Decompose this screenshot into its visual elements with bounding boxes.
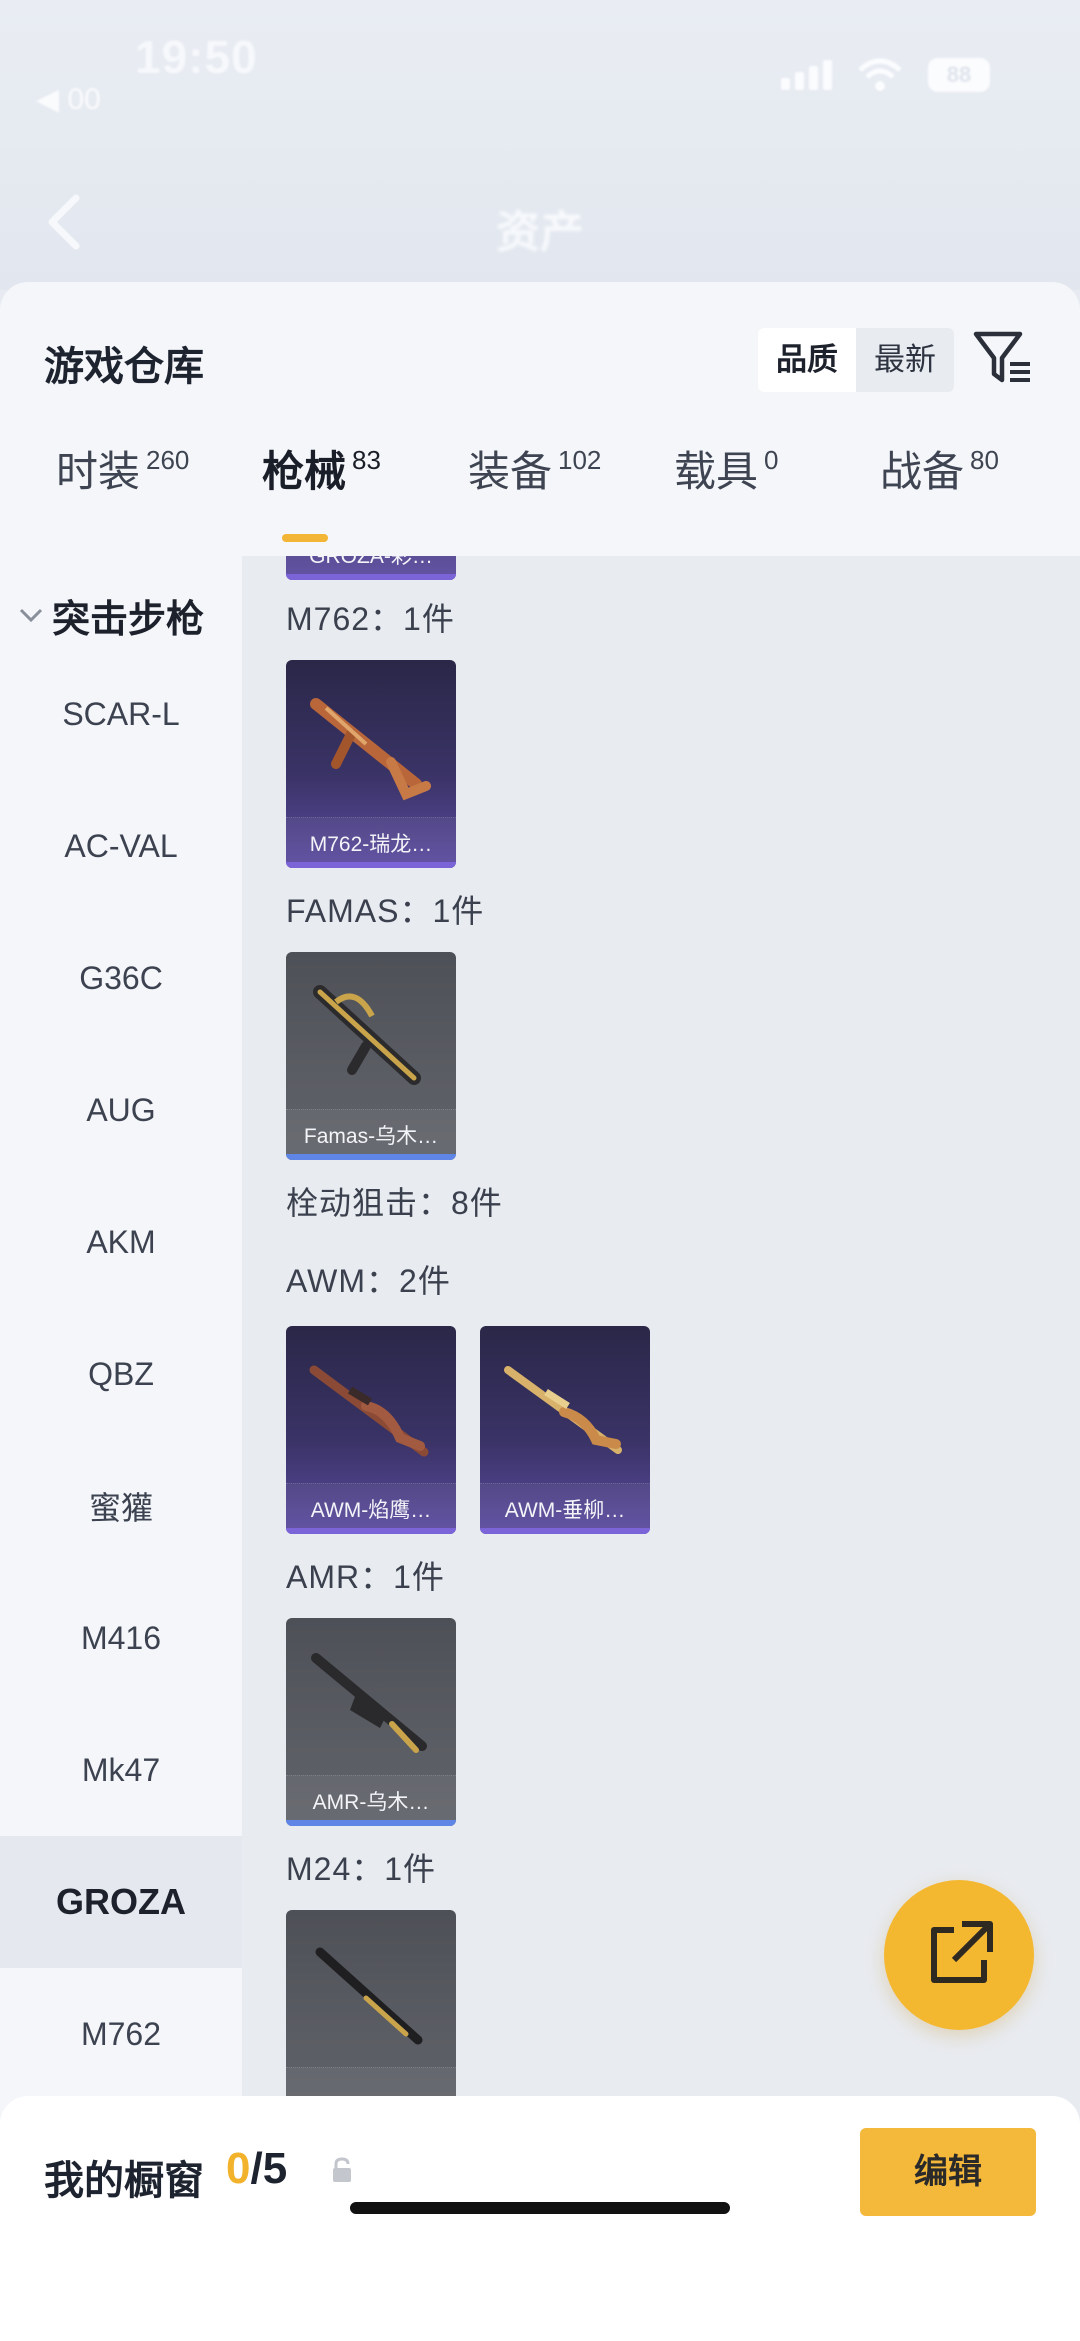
sidebar-item-ac-val[interactable]: AC-VAL [0,780,242,912]
filter-icon[interactable] [972,328,1032,388]
tab-count: 80 [970,445,999,475]
sidebar-item-m762[interactable]: M762 [0,1968,242,2100]
sidebar-item-mk47[interactable]: Mk47 [0,1704,242,1836]
group-label: AWM：2件 [286,1263,451,1299]
home-indicator [350,2202,730,2214]
sidebar-item-g36c[interactable]: G36C [0,912,242,1044]
sub-category-sidebar: 突击步枪 SCAR-L AC-VAL G36C AUG AKM QBZ 蜜獾 M… [0,556,242,2341]
tab-fashion[interactable]: 时装 260 [56,442,189,502]
sniper-rifle-icon [504,1366,622,1454]
showcase-count: 0/5 [226,2144,287,2194]
sheet-title: 游戏仓库 [44,345,204,389]
group-header-bolt-action: 栓动狙击：8件 [286,1185,503,1221]
share-icon [931,1921,993,1983]
sidebar-item-m416[interactable]: M416 [0,1572,242,1704]
tab-count: 83 [352,445,381,475]
category-label: 突击步枪 [52,599,205,641]
wifi-icon [858,58,902,91]
sidebar-item-groza[interactable]: GROZA [0,1836,242,1968]
tab-count: 0 [764,445,779,475]
sidebar-item-akm[interactable]: AKM [0,1176,242,1308]
sniper-rifle-icon [309,1365,429,1457]
group-label: FAMAS：1件 [286,893,485,929]
item-card[interactable]: Famas-乌木… [286,952,456,1160]
card-name: M762-瑞龙… [309,833,433,856]
showcase-current: 0 [226,2144,251,2193]
sidebar-item-honey-badger[interactable]: 蜜獾 [0,1440,242,1572]
card-name: Famas-乌木… [303,1125,439,1148]
signal-icon [781,60,832,90]
category-tabs: 时装 260 枪械 83 装备 102 载具 0 战备 80 [0,442,1080,542]
sidebar-item-qbz[interactable]: QBZ [0,1308,242,1440]
card-name: AWM-焰鹰… [310,1499,432,1522]
item-card[interactable]: M762-瑞龙… [286,660,456,868]
status-time: 19:50 [135,31,258,83]
sort-newest-button[interactable]: 最新 [856,328,954,392]
tab-count: 102 [558,445,602,475]
active-tab-indicator [282,534,328,542]
item-card[interactable] [286,1910,456,2118]
rarity-bar [480,1528,650,1534]
category-header[interactable]: 突击步枪 [18,588,204,643]
battery-icon: 88 [928,58,990,92]
item-list: GROZA-彩… M762：1件 M762-瑞龙… FAMAS：1件 Famas… [242,556,1080,2341]
tab-label: 载具 [674,448,759,495]
sniper-rifle-icon [311,1653,427,1753]
tab-vehicles[interactable]: 载具 0 [674,442,778,502]
sniper-rifle-icon [315,1947,423,2045]
tab-equipment[interactable]: 装备 102 [468,442,601,502]
tab-label: 时装 [56,448,141,495]
showcase-total: /5 [250,2144,288,2193]
tab-guns[interactable]: 枪械 83 [262,442,381,502]
sidebar-item-aug[interactable]: AUG [0,1044,242,1176]
rarity-bar [286,862,456,868]
lock-icon [333,2157,351,2182]
rarity-bar [286,1820,456,1826]
sort-toggle: 品质 最新 [758,328,954,392]
rarity-bar [286,1154,456,1160]
group-label: M24：1件 [286,1851,437,1887]
card-name: AWM-垂柳… [504,1499,626,1522]
showcase-title: 我的橱窗 [44,2159,204,2203]
share-fab-button[interactable] [884,1880,1034,2030]
chevron-down-icon [19,608,43,622]
warehouse-sheet: 游戏仓库 品质 最新 时装 260 枪械 83 装备 102 载具 0 战备 8… [0,282,1080,2341]
edit-button[interactable]: 编辑 [860,2128,1036,2216]
top-header: 19:50 ◀ 00 88 资产 [0,0,1080,290]
tab-label: 装备 [468,448,553,495]
tab-label: 枪械 [262,448,347,495]
sort-quality-button[interactable]: 品质 [758,328,856,392]
page-title: 资产 [496,208,584,257]
showcase-bar: 我的橱窗 0/5 编辑 [0,2096,1080,2341]
sidebar-item-scar-l[interactable]: SCAR-L [0,648,242,780]
status-icons: 88 [781,58,990,92]
status-sub: ◀ 00 [36,83,101,116]
rarity-bar [286,1528,456,1534]
card-name: GROZA-彩… [309,556,433,568]
item-card[interactable]: GROZA-彩… [286,556,456,580]
rifle-icon [313,985,421,1085]
tab-supplies[interactable]: 战备 80 [880,442,999,502]
item-card[interactable]: AMR-乌木… [286,1618,456,1826]
card-name: AMR-乌木… [312,1791,430,1814]
rifle-icon [310,698,431,801]
group-label: AMR：1件 [286,1559,445,1595]
item-card[interactable]: AWM-垂柳… [480,1326,650,1534]
rarity-bar [286,574,456,580]
tab-count: 260 [146,445,190,475]
tab-label: 战备 [880,448,965,495]
item-card[interactable]: AWM-焰鹰… [286,1326,456,1534]
group-label: M762：1件 [286,601,455,637]
